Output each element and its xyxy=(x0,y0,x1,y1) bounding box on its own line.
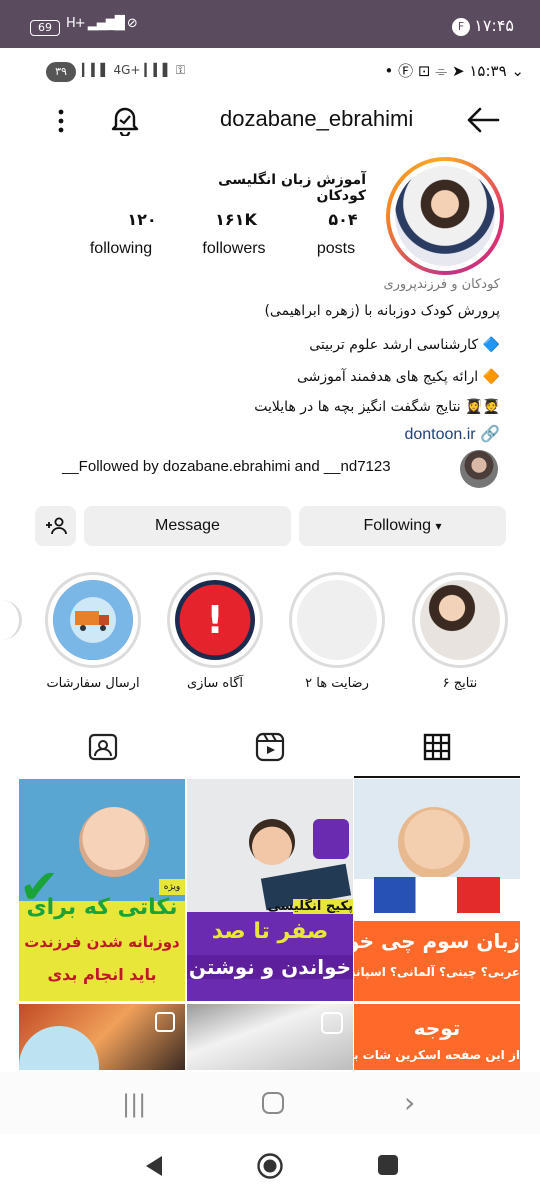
profile-category: کودکان و فرزندپروری xyxy=(383,277,500,292)
post-title: صفر تا صد xyxy=(211,919,329,944)
followed-by-text[interactable]: __Followed by dozabane.ebrahimi and __nd… xyxy=(62,458,391,475)
signal-icon: H+ ▂▄▆█ ⊘ xyxy=(66,16,138,31)
post-thumbnail[interactable] xyxy=(19,1004,185,1070)
following-button[interactable]: Following ▾ xyxy=(299,506,506,546)
app-nav-bar: ||| › xyxy=(0,1072,540,1134)
bio-line: پرورش کودک دوزبانه با (زهره ابراهیمی) xyxy=(264,303,500,319)
profile-avatar[interactable] xyxy=(386,157,504,275)
followers-label[interactable]: followers xyxy=(184,240,284,258)
post-thumbnail[interactable]: ✔ ویژه نکاتی که برای دوزبانه شدن فرزندت … xyxy=(19,779,185,1001)
profile-photo xyxy=(395,166,495,266)
notification-bell-icon[interactable] xyxy=(110,104,140,138)
recent-apps-icon[interactable]: ||| xyxy=(122,1090,146,1118)
system-recents-icon[interactable] xyxy=(378,1155,398,1175)
post-thumbnail[interactable]: زبان سوم چی خوبه عربی؟ چینی؟ آلمانی؟ اسپ… xyxy=(354,779,520,1001)
signal-icon: ▎▍▌ 4G+ ▎▍▌ ⚿ xyxy=(82,63,185,77)
highlight-label: نتایج ۶ xyxy=(442,676,478,691)
profile-header: dozabane_ebrahimi xyxy=(0,98,540,144)
post-thumbnail[interactable]: پکیج انگلیسی صفر تا صد خواندن و نوشتن xyxy=(187,779,353,1001)
system-nav-bar xyxy=(0,1134,540,1200)
bio-line: 🔶 ارائه پکیج های هدفمند آموزشی xyxy=(297,369,500,385)
brand-logo-icon xyxy=(313,819,349,859)
highlight-reviews-2[interactable] xyxy=(289,572,385,668)
system-back-icon[interactable] xyxy=(144,1154,164,1182)
post-subtitle: از این صفحه اسکرین شات بگ xyxy=(354,1048,520,1062)
battery-indicator: 69 xyxy=(30,20,60,36)
post-subtitle: دوزبانه شدن فرزندت xyxy=(24,933,180,951)
post-title: نکاتی که برای xyxy=(26,895,178,920)
carousel-icon xyxy=(155,1012,175,1032)
add-person-icon xyxy=(45,517,67,535)
highlight-cover xyxy=(420,580,500,660)
notification-icon: F xyxy=(452,18,470,36)
system-home-icon[interactable] xyxy=(256,1152,284,1184)
chevron-down-icon: ▾ xyxy=(435,519,442,533)
highlight-awareness[interactable]: ! xyxy=(167,572,263,668)
bio-line: 🧑‍🎓👩‍🎓 نتایج شگفت انگیز بچه ها در هایلای… xyxy=(254,399,500,415)
status-pill: ۳۹ xyxy=(46,62,76,82)
home-icon[interactable] xyxy=(262,1092,284,1114)
profile-full-name: آموزش زبان انگلیسی کودکان xyxy=(218,172,366,204)
back-arrow-icon[interactable] xyxy=(466,106,500,134)
message-button[interactable]: Message xyxy=(84,506,291,546)
grid-tab-icon[interactable] xyxy=(420,730,454,764)
inner-status-right: • Ⓕ ⊡ ⌯ ➤ ۱۵:۳۹ ⌄ xyxy=(384,62,524,80)
add-user-button[interactable] xyxy=(35,506,76,546)
link-icon: 🔗 xyxy=(475,426,500,443)
following-count[interactable]: ۱۲۰ xyxy=(92,210,192,229)
highlight-partial[interactable] xyxy=(0,600,22,640)
highlight-results-6[interactable] xyxy=(412,572,508,668)
post-thumbnail[interactable]: توجه از این صفحه اسکرین شات بگ xyxy=(354,1004,520,1070)
active-tab-indicator xyxy=(354,776,520,778)
delivery-truck-icon xyxy=(53,580,133,660)
highlight-label: رضایت ها ۲ xyxy=(305,676,369,691)
post-badge: پکیج انگلیسی xyxy=(267,899,353,914)
posts-label[interactable]: posts xyxy=(286,240,386,258)
more-options-icon[interactable] xyxy=(52,108,70,134)
post-title: زبان سوم چی خوبه xyxy=(354,929,520,953)
bio-line: 🔷 کارشناسی ارشد علوم تربیتی xyxy=(309,337,500,353)
tagged-tab-icon[interactable] xyxy=(86,730,120,764)
reel-icon xyxy=(321,1012,343,1034)
post-subtitle: خواندن و نوشتن xyxy=(187,955,353,979)
highlight-shipping[interactable] xyxy=(45,572,141,668)
post-subtitle: عربی؟ چینی؟ آلمانی؟ اسپانیا xyxy=(354,965,520,979)
followers-count[interactable]: ۱۶۱K xyxy=(186,210,286,229)
highlight-cover xyxy=(297,580,377,660)
profile-username: dozabane_ebrahimi xyxy=(220,106,414,131)
following-label[interactable]: following xyxy=(71,240,171,258)
outer-status-bar: 69 H+ ▂▄▆█ ⊘ F ۱۷:۴۵ xyxy=(0,0,540,48)
post-badge: ویژه xyxy=(159,879,185,895)
posts-count[interactable]: ۵۰۴ xyxy=(293,210,393,229)
status-clock: ۱۷:۴۵ xyxy=(474,16,514,35)
reels-tab-icon[interactable] xyxy=(253,730,287,764)
mutual-follower-avatar[interactable] xyxy=(460,450,498,488)
highlight-label: آگاه سازی xyxy=(186,676,243,691)
post-thumbnail[interactable] xyxy=(187,1004,353,1070)
profile-link[interactable]: dontoon.ir 🔗 xyxy=(404,424,500,444)
inner-status-bar: ۳۹ ▎▍▌ 4G+ ▎▍▌ ⚿ • Ⓕ ⊡ ⌯ ➤ ۱۵:۳۹ ⌄ xyxy=(0,56,540,90)
post-subtitle: باید انجام بدی xyxy=(47,965,157,984)
highlight-label: ارسال سفارشات xyxy=(46,676,140,691)
warning-icon: ! xyxy=(175,580,255,660)
post-title: توجه xyxy=(413,1016,461,1040)
back-icon[interactable]: › xyxy=(404,1086,415,1119)
